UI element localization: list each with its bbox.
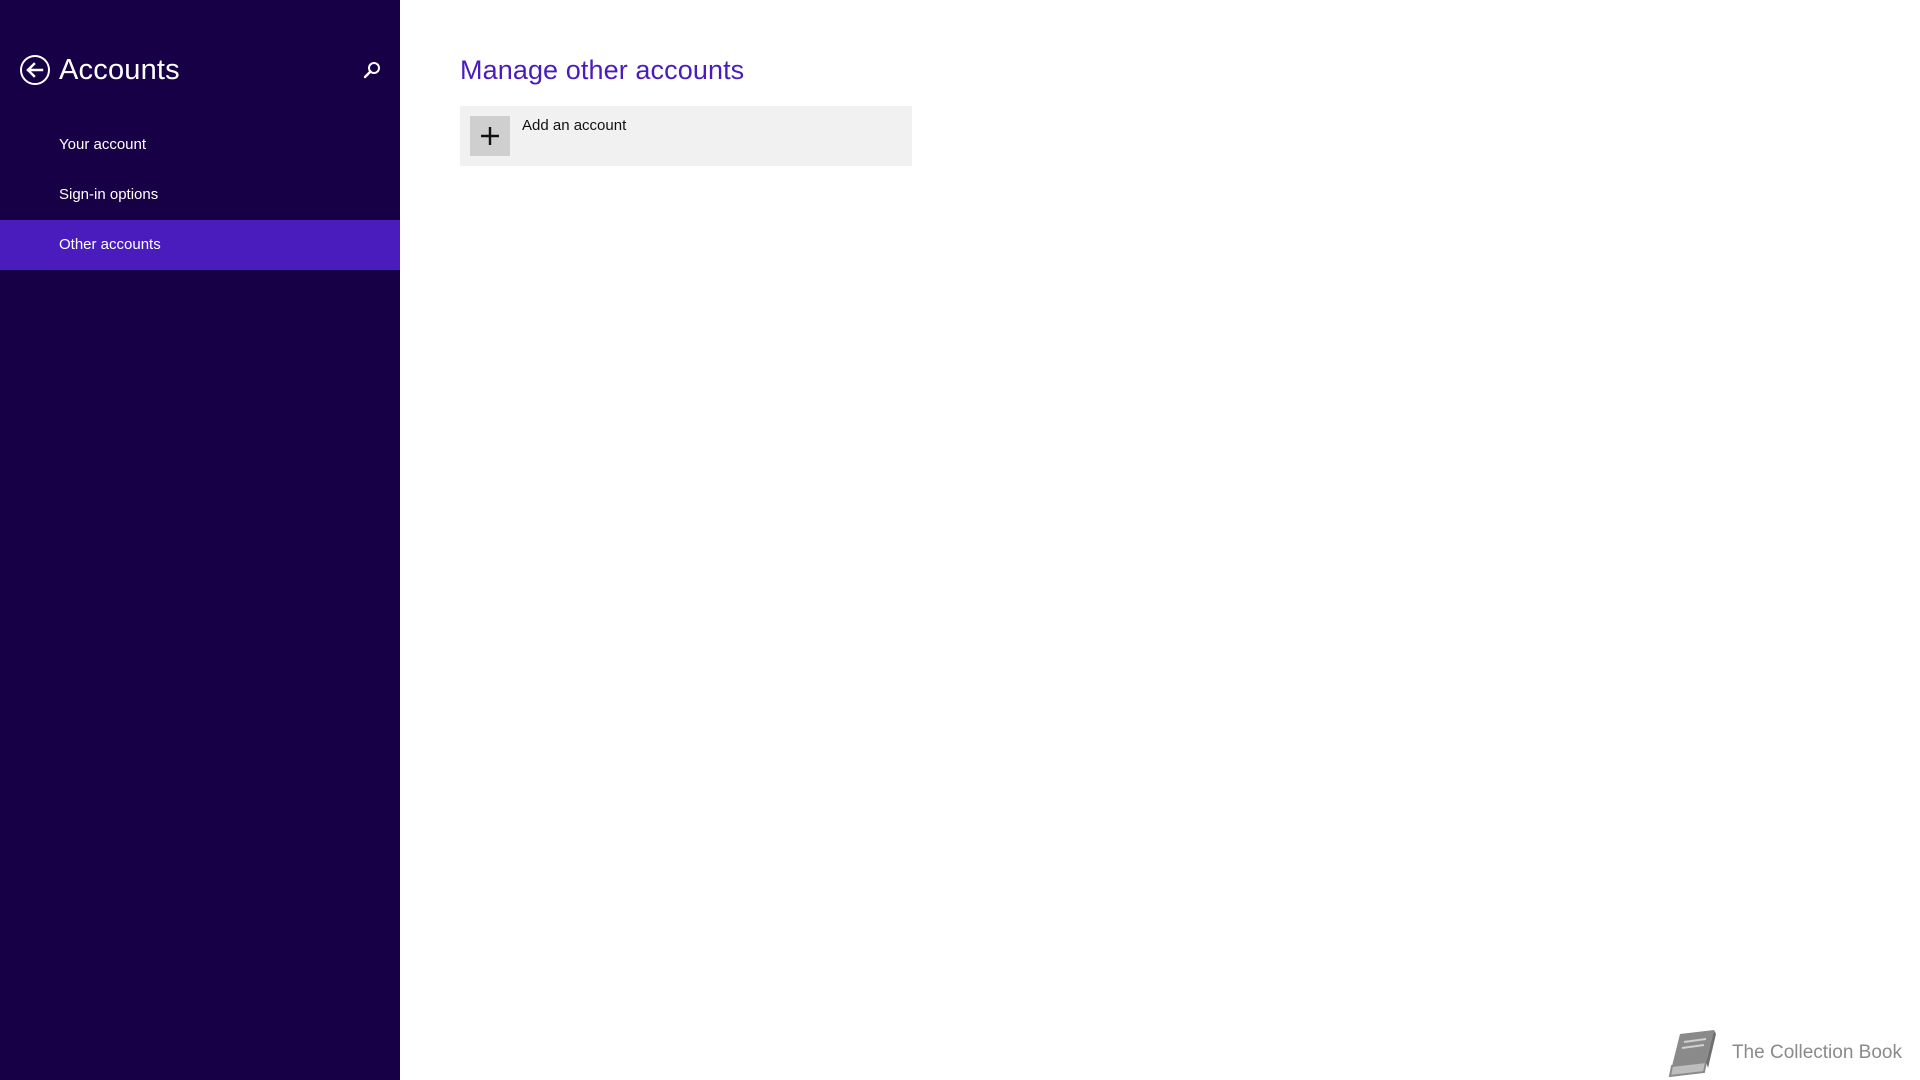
back-arrow-icon	[20, 55, 50, 85]
add-account-button[interactable]: Add an account	[460, 106, 912, 166]
watermark-text: The Collection Book	[1731, 1042, 1902, 1063]
sidebar-title: Accounts	[59, 54, 180, 86]
settings-screen: Accounts Your account Sign-in options Ot…	[0, 0, 1920, 1080]
sidebar-item-label: Sign-in options	[59, 186, 159, 203]
sidebar-nav: Your account Sign-in options Other accou…	[0, 120, 400, 270]
sidebar-item-sign-in-options[interactable]: Sign-in options	[0, 170, 400, 220]
main-content: Manage other accounts Add an account	[460, 50, 912, 166]
book-icon	[1668, 1030, 1716, 1078]
search-button[interactable]	[361, 59, 383, 81]
plus-icon	[481, 127, 499, 145]
search-icon	[363, 62, 380, 79]
sidebar-item-other-accounts[interactable]: Other accounts	[0, 220, 400, 270]
sidebar-item-your-account[interactable]: Your account	[0, 120, 400, 170]
sidebar-header: Accounts	[0, 50, 400, 90]
add-account-label: Add an account	[522, 117, 627, 134]
sidebar: Accounts Your account Sign-in options Ot…	[0, 0, 400, 1080]
page-title: Manage other accounts	[460, 55, 745, 85]
sidebar-item-label: Your account	[59, 136, 147, 153]
sidebar-item-label: Other accounts	[59, 236, 161, 253]
watermark: The Collection Book	[1666, 1026, 1902, 1080]
back-button[interactable]	[19, 54, 51, 86]
plus-icon-box	[470, 116, 510, 156]
